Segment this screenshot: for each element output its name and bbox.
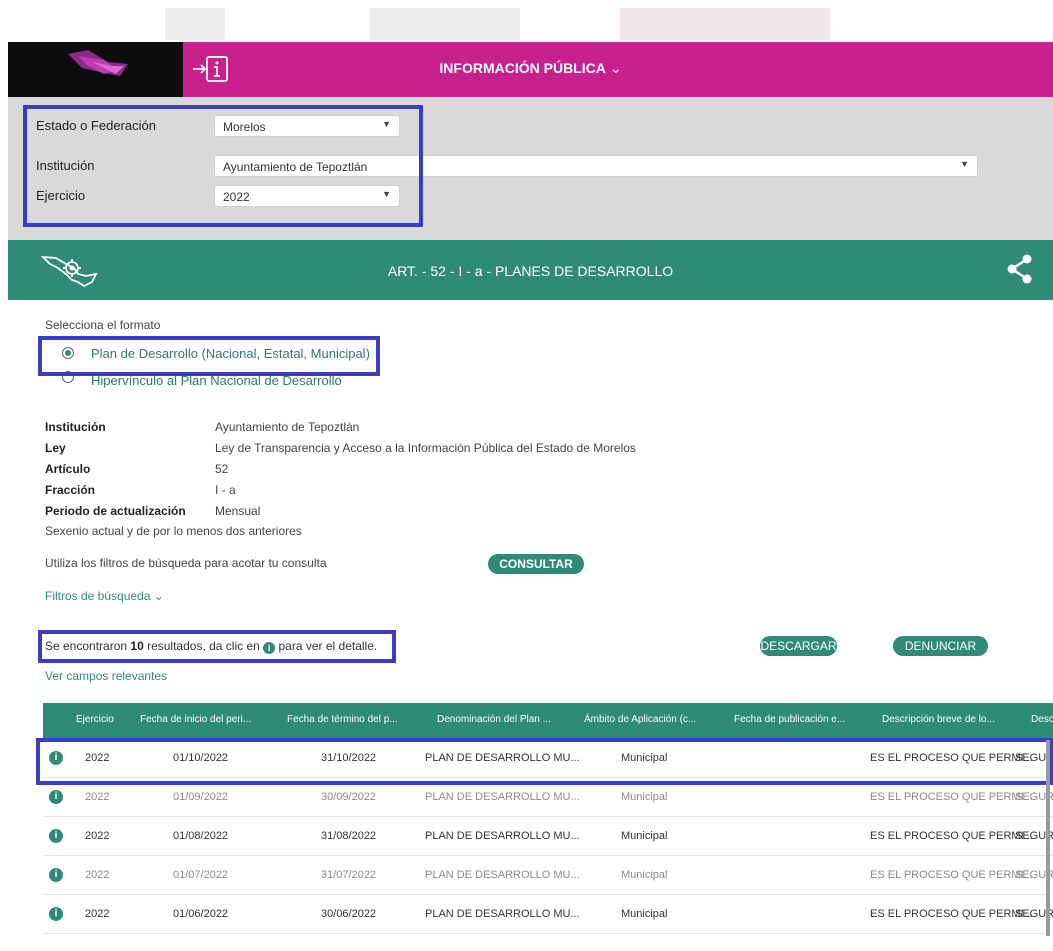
decor-block bbox=[165, 8, 225, 40]
top-strip bbox=[0, 0, 1053, 42]
info-icon[interactable]: i bbox=[49, 829, 63, 843]
cell-plan: PLAN DE DESARROLLO MU... bbox=[425, 908, 580, 920]
section-band: ART. - 52 - I - a - PLANES DE DESARROLLO bbox=[8, 240, 1053, 300]
column-header[interactable]: Fecha de término del p... bbox=[287, 714, 398, 725]
detail-value: Mensual bbox=[215, 504, 261, 518]
cell-termino: 31/07/2022 bbox=[321, 869, 377, 881]
denunciar-button[interactable]: DENUNCIAR bbox=[893, 636, 988, 656]
table-row[interactable]: i 2022 01/07/2022 31/07/2022 PLAN DE DES… bbox=[43, 857, 1053, 895]
cell-plan: PLAN DE DESARROLLO MU... bbox=[425, 869, 580, 881]
share-icon[interactable] bbox=[1007, 254, 1033, 289]
cell-termino: 31/08/2022 bbox=[321, 830, 377, 842]
detail-key: Artículo bbox=[45, 462, 91, 476]
cell-descripcion: ES EL PROCESO QUE PERMI... bbox=[870, 791, 1033, 803]
cell-inicio: 01/09/2022 bbox=[173, 791, 229, 803]
highlight-box bbox=[36, 738, 1053, 785]
cell-ambito: Municipal bbox=[621, 908, 668, 920]
cell-ambito: Municipal bbox=[621, 869, 668, 881]
highlight-box bbox=[38, 630, 396, 663]
cell-inicio: 01/06/2022 bbox=[173, 908, 229, 920]
detail-key: Institución bbox=[45, 420, 106, 434]
table-row[interactable]: i 2022 01/08/2022 31/08/2022 PLAN DE DES… bbox=[43, 818, 1053, 856]
column-header[interactable]: Denominación del Plan ... bbox=[437, 714, 551, 725]
table-header: Ejercicio Fecha de inicio del peri... Fe… bbox=[43, 703, 1053, 739]
detail-key: Ley bbox=[45, 441, 66, 455]
descargar-button[interactable]: DESCARGAR bbox=[760, 636, 837, 656]
detail-value: Ley de Transparencia y Acceso a la Infor… bbox=[215, 441, 636, 455]
cell-termino: 30/09/2022 bbox=[321, 791, 377, 803]
filters-link-label: Filtros de búsqueda bbox=[45, 589, 151, 603]
header-title: INFORMACIÓN PÚBLICA bbox=[439, 60, 606, 76]
highlight-box bbox=[38, 336, 380, 376]
cell-inicio: 01/07/2022 bbox=[173, 869, 229, 881]
chevron-down-icon: ⌄ bbox=[153, 589, 164, 603]
cell-ambito: Municipal bbox=[621, 830, 668, 842]
table-scrollbar[interactable] bbox=[1046, 740, 1050, 936]
detail-key: Fracción bbox=[45, 483, 96, 497]
filters-toggle[interactable]: Filtros de búsqueda ⌄ bbox=[45, 589, 164, 603]
info-icon[interactable]: i bbox=[49, 907, 63, 921]
relevant-fields-link[interactable]: Ver campos relevantes bbox=[45, 669, 167, 683]
decor-block bbox=[620, 8, 830, 40]
cell-plan: PLAN DE DESARROLLO MU... bbox=[425, 791, 580, 803]
cell-ejercicio: 2022 bbox=[85, 830, 110, 842]
column-header[interactable]: Ejercicio bbox=[76, 714, 114, 725]
period-note: Sexenio actual y de por lo menos dos ant… bbox=[45, 524, 302, 538]
cell-descripcion: ES EL PROCESO QUE PERMI... bbox=[870, 869, 1033, 881]
site-header: INFORMACIÓN PÚBLICA ⌄ bbox=[8, 42, 1053, 97]
column-header[interactable]: Descripción breve de lo... bbox=[882, 714, 995, 725]
column-header[interactable]: Fecha de publicación e... bbox=[734, 714, 845, 725]
cell-ejercicio: 2022 bbox=[85, 869, 110, 881]
info-icon[interactable]: i bbox=[49, 868, 63, 882]
cell-termino: 30/06/2022 bbox=[321, 908, 377, 920]
header-menu[interactable]: INFORMACIÓN PÚBLICA ⌄ bbox=[8, 60, 1053, 77]
section-title: ART. - 52 - I - a - PLANES DE DESARROLLO bbox=[387, 263, 674, 279]
format-label: Selecciona el formato bbox=[45, 318, 161, 332]
cell-ejercicio: 2022 bbox=[85, 908, 110, 920]
cell-descripcion: ES EL PROCESO QUE PERMI... bbox=[870, 830, 1033, 842]
cell-descripcion: ES EL PROCESO QUE PERMI... bbox=[870, 908, 1033, 920]
column-header[interactable]: Fecha de inicio del peri... bbox=[140, 714, 251, 725]
decor-block bbox=[370, 8, 520, 40]
detail-key: Periodo de actualización bbox=[45, 504, 186, 518]
info-icon[interactable]: i bbox=[49, 790, 63, 804]
column-header[interactable]: Desc bbox=[1031, 714, 1053, 725]
cell-ejercicio: 2022 bbox=[85, 791, 110, 803]
detail-value: I - a bbox=[215, 483, 236, 497]
detail-value: Ayuntamiento de Tepoztlán bbox=[215, 420, 360, 434]
highlight-box bbox=[23, 105, 423, 227]
chevron-down-icon: ⌄ bbox=[609, 60, 622, 76]
table-row[interactable]: i 2022 01/06/2022 30/06/2022 PLAN DE DES… bbox=[43, 896, 1053, 934]
cell-inicio: 01/08/2022 bbox=[173, 830, 229, 842]
consultar-button[interactable]: CONSULTAR bbox=[488, 554, 584, 574]
cell-ambito: Municipal bbox=[621, 791, 668, 803]
cell-plan: PLAN DE DESARROLLO MU... bbox=[425, 830, 580, 842]
search-hint: Utiliza los filtros de búsqueda para aco… bbox=[45, 556, 327, 570]
caret-down-icon: ▼ bbox=[960, 159, 969, 169]
detail-value: 52 bbox=[215, 462, 229, 476]
column-header[interactable]: Ámbito de Aplicación (c... bbox=[584, 714, 696, 725]
